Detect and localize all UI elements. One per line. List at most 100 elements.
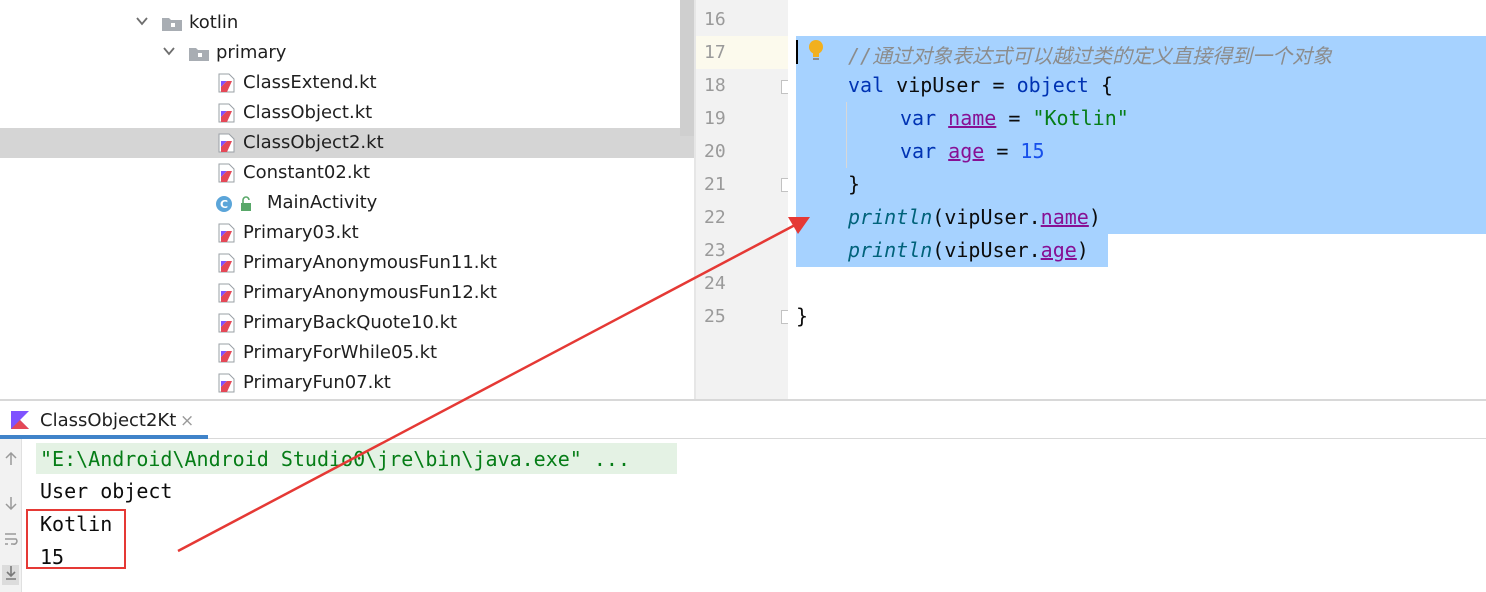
tree-file-row[interactable]: ClassObject.kt (0, 98, 694, 128)
line-number: 25 (704, 306, 726, 327)
tree-file-row[interactable]: Primary03.kt (0, 218, 694, 248)
tree-file-label: Constant02.kt (243, 162, 371, 183)
code-line-25: } (796, 304, 808, 328)
tree-file-row[interactable]: PrimaryBackQuote10.kt (0, 308, 694, 338)
kotlin-file-icon (218, 283, 236, 303)
line-number: 21 (704, 174, 726, 195)
code-property: name (948, 106, 997, 130)
run-toolbar (0, 439, 22, 592)
tree-file-row-selected[interactable]: ClassObject2.kt (0, 128, 694, 158)
tree-file-label: PrimaryAnonymousFun12.kt (243, 282, 497, 303)
arrow-up-icon[interactable] (2, 451, 19, 471)
kotlin-file-icon (218, 223, 236, 243)
tree-file-label: ClassObject.kt (243, 102, 373, 123)
kotlin-file-icon (218, 133, 236, 153)
tree-file-label: PrimaryBackQuote10.kt (243, 312, 458, 333)
tree-file-row[interactable]: PrimaryAnonymousFun11.kt (0, 248, 694, 278)
line-number: 24 (704, 273, 726, 294)
code-keyword: object (1016, 73, 1089, 97)
scroll-to-end-icon[interactable] (2, 565, 19, 585)
code-punct: } (848, 172, 861, 196)
text-caret (796, 40, 798, 64)
line-number: 18 (704, 75, 726, 96)
code-property: age (1040, 238, 1077, 262)
svg-text:C: C (220, 198, 228, 211)
project-scrollbar-thumb[interactable] (680, 0, 694, 136)
chevron-down-icon[interactable] (136, 0, 146, 4)
code-punct: { (1088, 73, 1113, 97)
code-line-19: var name = "Kotlin" (900, 106, 1129, 130)
tree-file-row[interactable]: PrimaryAnonymousFun12.kt (0, 278, 694, 308)
line-number: 22 (704, 207, 726, 228)
lightbulb-icon[interactable] (808, 39, 824, 63)
code-operator: = (996, 106, 1033, 130)
kotlin-file-icon (218, 313, 236, 333)
unlock-icon (239, 196, 253, 216)
kotlin-file-icon (218, 343, 236, 363)
code-punct: ) (1088, 205, 1101, 229)
soft-wrap-icon[interactable] (2, 531, 19, 551)
code-keyword: var (900, 106, 937, 130)
code-line-21: } (848, 172, 860, 196)
kotlin-file-icon (218, 103, 236, 123)
tree-folder-primary[interactable]: primary (0, 38, 694, 68)
code-line-18: val vipUser = object { (848, 73, 1113, 97)
code-line-20: var age = 15 (900, 139, 1045, 163)
code-string: "Kotlin" (1032, 106, 1129, 130)
line-number: 17 (704, 42, 726, 63)
code-property: age (948, 139, 985, 163)
kotlin-file-icon (218, 253, 236, 273)
console-line: "E:\Android\Android Studio0\jre\bin\java… (40, 447, 631, 471)
code-number: 15 (1020, 139, 1045, 163)
chevron-down-icon[interactable] (136, 16, 148, 26)
tree-file-label: MainActivity (267, 192, 378, 213)
tree-file-row[interactable]: PrimaryFun07.kt (0, 368, 694, 398)
folder-icon (162, 16, 184, 31)
tree-file-row[interactable]: ClassExtend.kt (0, 68, 694, 98)
code-line-17: //通过对象表达式可以越过类的定义直接得到一个对象 (848, 40, 1332, 69)
folder-icon (189, 46, 211, 61)
tab-run-config[interactable]: ClassObject2Kt × (0, 401, 208, 439)
tree-folder-label: kotlin (189, 12, 239, 33)
code-function: println (848, 205, 933, 229)
run-tab-bar: ClassObject2Kt × (0, 401, 1486, 439)
code-punct: (vipUser. (932, 205, 1041, 229)
line-number: 20 (704, 141, 726, 162)
code-keyword: val (848, 73, 885, 97)
code-punct: } (796, 304, 809, 328)
chevron-down-icon[interactable] (163, 46, 175, 56)
code-keyword: var (900, 139, 937, 163)
code-function: println (848, 238, 933, 262)
tree-file-row[interactable]: C MainActivity (0, 188, 694, 218)
code-punct: (vipUser. (932, 238, 1041, 262)
code-line-22: println(vipUser.name) (848, 205, 1101, 229)
kotlin-file-icon (218, 373, 236, 393)
tree-file-label: ClassExtend.kt (243, 72, 377, 93)
indent-guide (846, 102, 847, 168)
tree-file-label: Primary03.kt (243, 222, 359, 243)
class-icon: C (215, 194, 233, 214)
tree-file-label: PrimaryFun07.kt (243, 372, 391, 393)
editor-gutter: 16 17 18 19 20 21 22 23 24 25 (696, 0, 794, 399)
code-comment: //通过对象表达式可以越过类的定义直接得到一个对象 (848, 44, 1333, 68)
console-line: User object (40, 479, 173, 503)
code-identifier: vipUser = (884, 73, 1017, 97)
line-number: 16 (704, 9, 726, 30)
tree-file-row[interactable]: PrimaryForWhile05.kt (0, 338, 694, 368)
tree-file-label: PrimaryForWhile05.kt (243, 342, 438, 363)
kotlin-file-icon (218, 163, 236, 183)
tab-label: ClassObject2Kt (40, 410, 177, 431)
kotlin-file-icon (218, 73, 236, 93)
close-icon[interactable]: × (180, 411, 194, 431)
code-line-23: println(vipUser.age) (848, 238, 1089, 262)
arrow-down-icon[interactable] (2, 495, 19, 515)
tree-file-label: PrimaryAnonymousFun11.kt (243, 252, 497, 273)
tree-file-row[interactable]: Constant02.kt (0, 158, 694, 188)
code-operator: = (984, 139, 1021, 163)
annotation-box (26, 509, 126, 569)
code-punct: ) (1076, 238, 1089, 262)
project-tree-panel: kotlin primary ClassExtend.kt ClassObjec… (0, 0, 694, 399)
tree-folder-kotlin[interactable]: kotlin (0, 8, 694, 38)
